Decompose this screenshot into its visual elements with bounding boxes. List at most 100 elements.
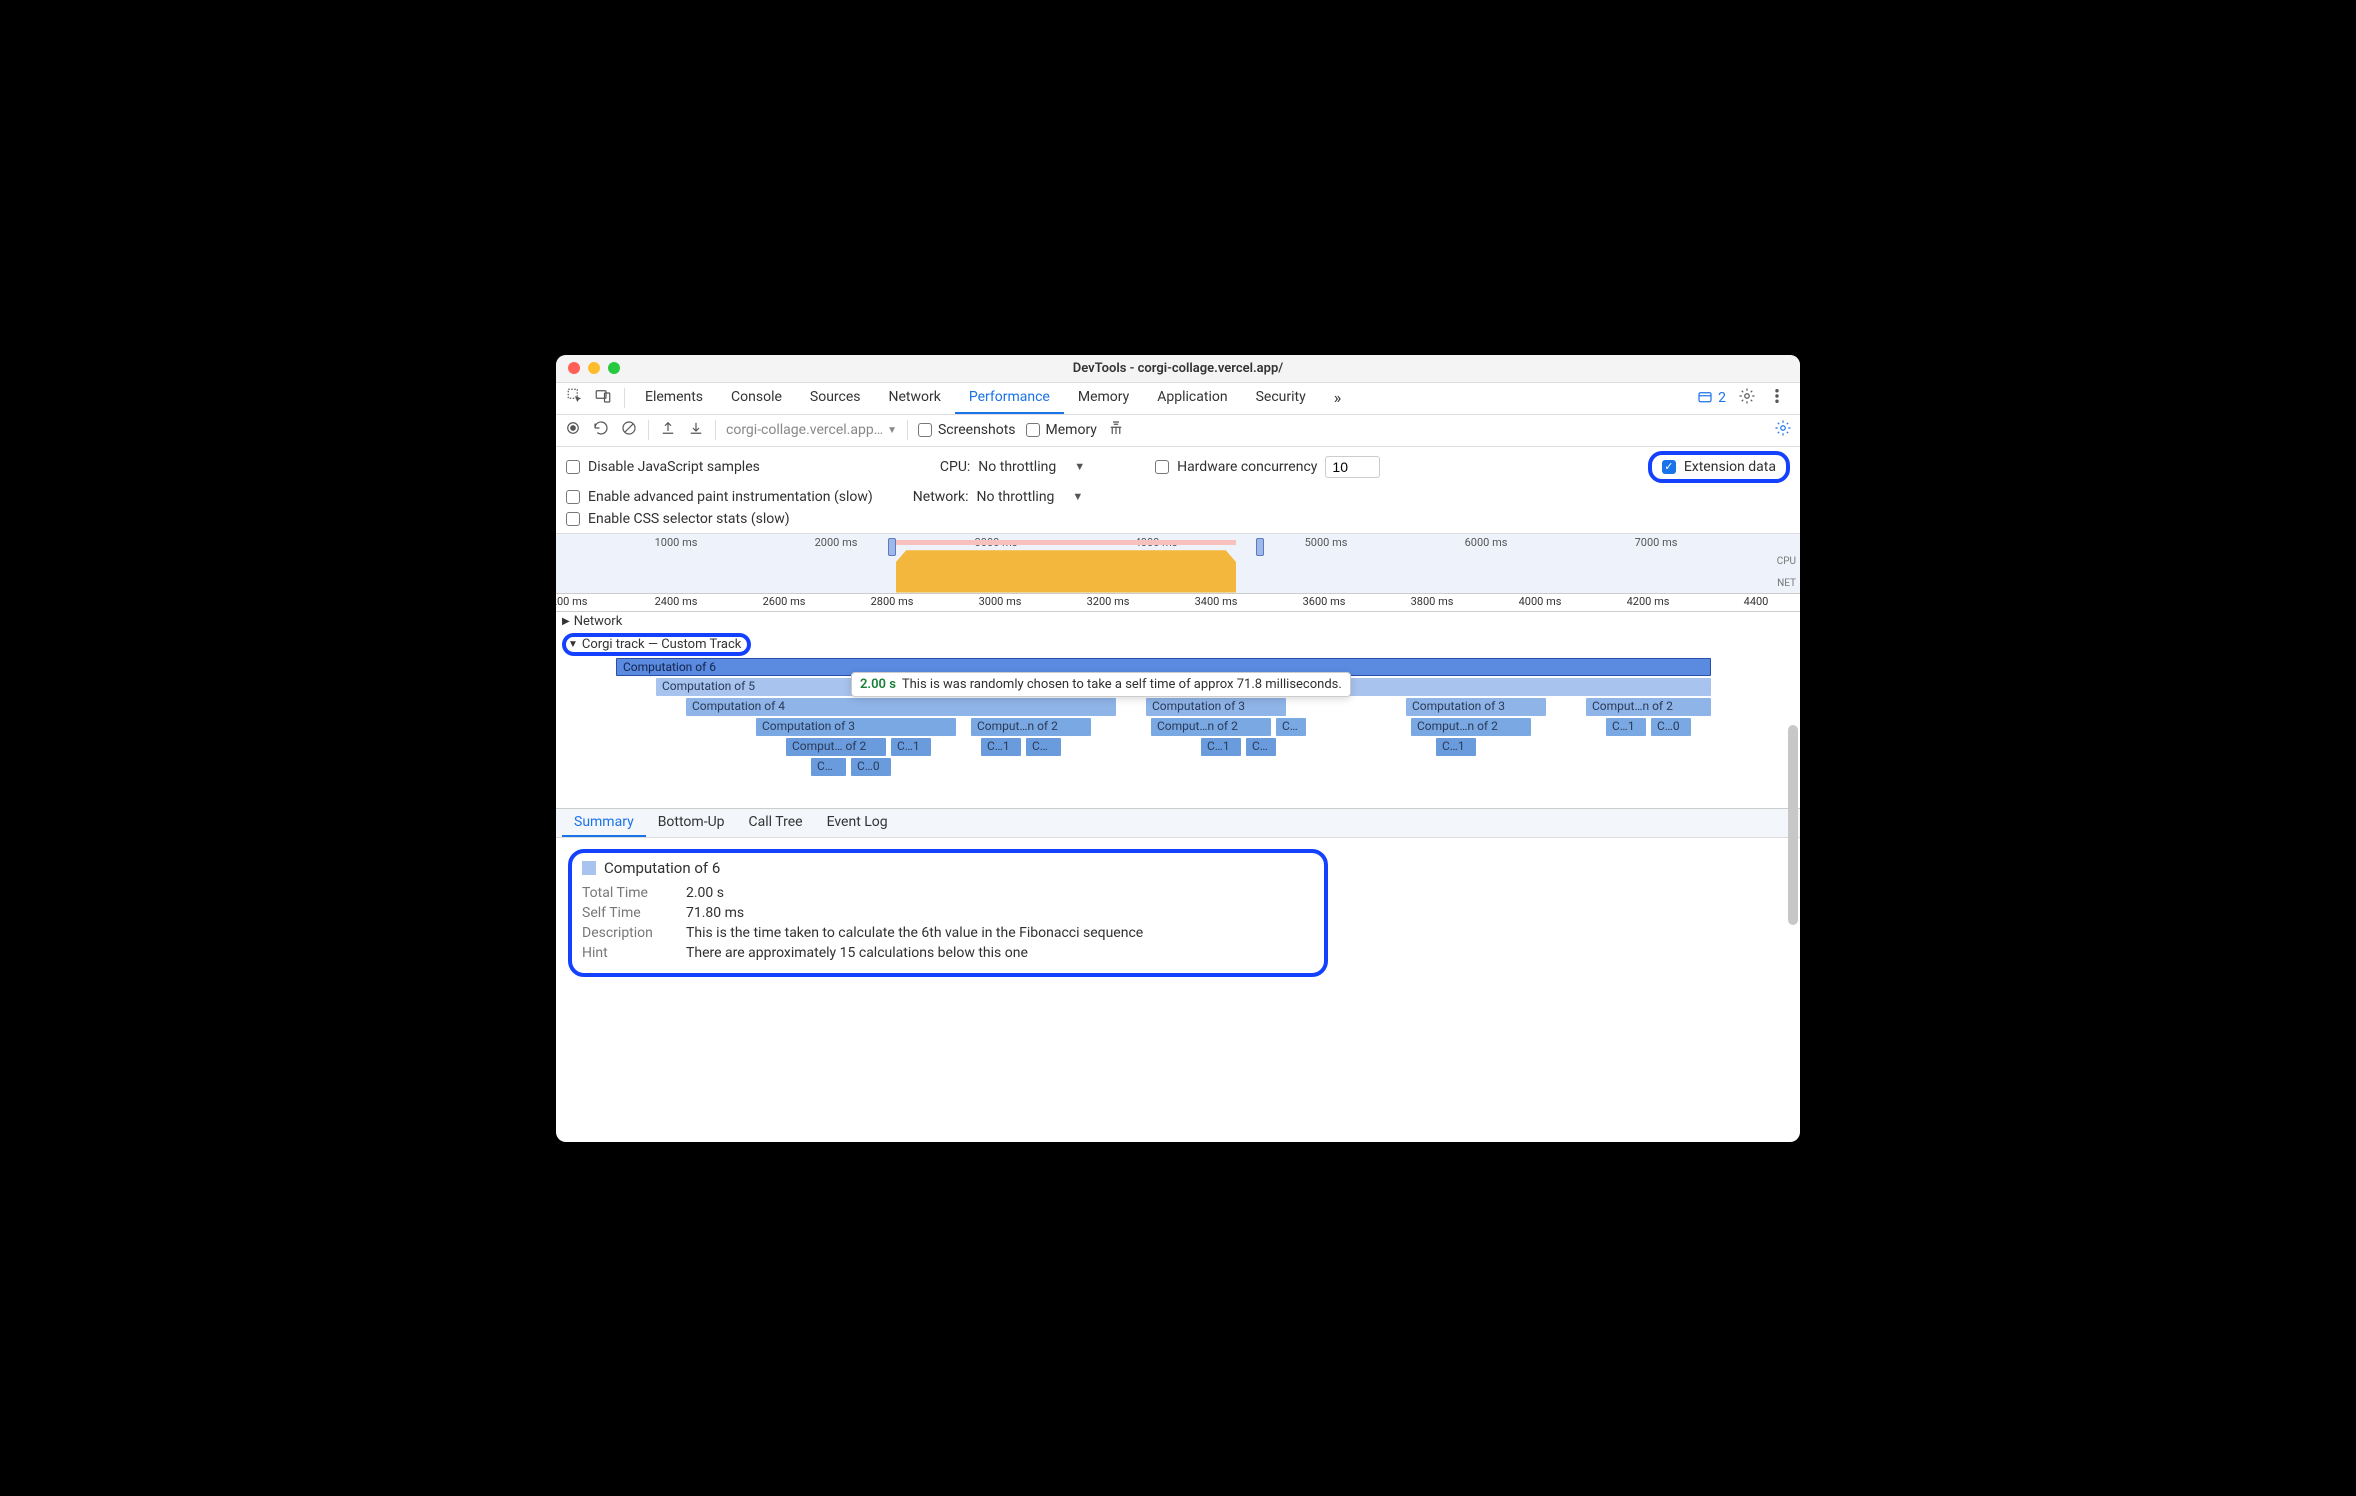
tooltip-duration: 2.00 s (860, 677, 896, 692)
capture-settings-panel: Disable JavaScript samples CPU: No throt… (556, 447, 1800, 534)
summary-hint: There are approximately 15 calculations … (686, 945, 1028, 961)
overview-cpu-activity (896, 546, 1236, 593)
flame-rows: Computation of 6 Computation of 5 Comput… (556, 658, 1800, 808)
track-header-custom[interactable]: ▼Corgi track — Custom Track (556, 631, 1800, 658)
network-throttle-select[interactable]: No throttling▼ (977, 489, 1084, 505)
overview-tick: 7000 ms (1635, 536, 1678, 549)
summary-self-time: 71.80 ms (686, 905, 744, 921)
extension-data-checkbox[interactable] (1662, 460, 1676, 474)
network-throttle-label: Network: (913, 489, 969, 505)
flame-bar[interactable]: Computation of 3 (756, 718, 956, 736)
flame-bar[interactable]: Comput… of 2 (786, 738, 886, 756)
cpu-throttle-select[interactable]: No throttling▼ (978, 459, 1085, 475)
tab-event-log[interactable]: Event Log (815, 809, 900, 837)
flame-chart[interactable]: ▶Network ▼Corgi track — Custom Track Com… (556, 612, 1800, 808)
flame-bar[interactable]: C…1 (891, 738, 931, 756)
tab-bottom-up[interactable]: Bottom-Up (646, 809, 737, 837)
inspect-icon[interactable] (566, 387, 584, 409)
issues-count: 2 (1718, 390, 1726, 406)
disable-js-samples-checkbox[interactable]: Disable JavaScript samples (566, 459, 760, 475)
cpu-throttle-label: CPU: (940, 459, 970, 475)
capture-settings-toggle[interactable] (1774, 419, 1792, 441)
devtools-window: DevTools - corgi-collage.vercel.app/ Ele… (556, 355, 1800, 1142)
overview-range-handle-right[interactable] (1256, 538, 1264, 556)
overview-tick: 6000 ms (1465, 536, 1508, 549)
overview-cpu-label: CPU (1777, 556, 1796, 567)
tab-console[interactable]: Console (717, 383, 796, 414)
flame-bar[interactable]: C…1 (1606, 718, 1646, 736)
overview-long-task-strip (896, 540, 1236, 545)
settings-icon[interactable] (1738, 387, 1756, 409)
css-selector-stats-checkbox[interactable]: Enable CSS selector stats (slow) (566, 511, 790, 527)
issues-button[interactable]: 2 (1696, 389, 1726, 407)
overview-tick: 5000 ms (1305, 536, 1348, 549)
flame-bar[interactable]: C…0 (851, 758, 891, 776)
tab-call-tree[interactable]: Call Tree (737, 809, 815, 837)
flame-bar[interactable]: Comput…n of 2 (1411, 718, 1531, 736)
tab-summary[interactable]: Summary (562, 809, 646, 837)
flame-bar[interactable]: C…1 (1201, 738, 1241, 756)
advanced-paint-checkbox[interactable]: Enable advanced paint instrumentation (s… (566, 489, 873, 505)
flame-bar[interactable]: Comput…n of 2 (1586, 698, 1711, 716)
extension-data-highlight: Extension data (1648, 451, 1790, 483)
flame-bar[interactable]: Computation of 4 (686, 698, 1116, 716)
summary-title-text: Computation of 6 (604, 859, 720, 877)
kebab-menu-icon[interactable] (1768, 387, 1786, 409)
flame-bar[interactable]: C…1 (981, 738, 1021, 756)
recording-selector[interactable]: corgi-collage.vercel.app… ▼ (726, 422, 897, 438)
flame-bar[interactable]: Computation of 3 (1406, 698, 1546, 716)
tab-sources[interactable]: Sources (796, 383, 875, 414)
flame-bar[interactable]: Computation of 3 (1146, 698, 1286, 716)
summary-description: This is the time taken to calculate the … (686, 925, 1143, 941)
download-profile-button[interactable] (687, 419, 705, 441)
screenshots-checkbox[interactable]: Screenshots (918, 422, 1016, 438)
hardware-concurrency-input[interactable] (1325, 456, 1380, 478)
tooltip-text: This is was randomly chosen to take a se… (902, 677, 1342, 692)
tab-memory[interactable]: Memory (1064, 383, 1143, 414)
tab-performance[interactable]: Performance (955, 383, 1064, 414)
flame-bar[interactable]: C…0 (1651, 718, 1691, 736)
flame-tooltip: 2.00 s This is was randomly chosen to ta… (851, 672, 1351, 697)
window-title: DevTools - corgi-collage.vercel.app/ (556, 361, 1800, 376)
overview-tick: 1000 ms (655, 536, 698, 549)
timeline-ruler: 2200 ms 2400 ms 2600 ms 2800 ms 3000 ms … (556, 594, 1800, 612)
device-toggle-icon[interactable] (594, 387, 612, 409)
flame-bar[interactable]: Comput…n of 2 (1151, 718, 1271, 736)
upload-profile-button[interactable] (659, 419, 677, 441)
tab-security[interactable]: Security (1242, 383, 1320, 414)
performance-toolbar: corgi-collage.vercel.app… ▼ Screenshots … (556, 415, 1800, 447)
hardware-concurrency-checkbox[interactable]: Hardware concurrency (1155, 456, 1380, 478)
scrollbar-thumb[interactable] (1788, 725, 1798, 925)
flame-bar[interactable]: C…1 (1436, 738, 1476, 756)
extension-data-label: Extension data (1684, 459, 1776, 475)
flame-bar[interactable]: C… (811, 758, 846, 776)
overview-tick: 2000 ms (815, 536, 858, 549)
overview-range-handle-left[interactable] (888, 538, 896, 556)
flame-bar[interactable]: C… (1276, 718, 1306, 736)
clear-button[interactable] (620, 419, 638, 441)
tab-application[interactable]: Application (1143, 383, 1241, 414)
tab-network[interactable]: Network (875, 383, 955, 414)
summary-color-swatch (582, 861, 596, 875)
track-header-network[interactable]: ▶Network (556, 612, 1800, 631)
flame-bar[interactable]: C… (1026, 738, 1061, 756)
overview-net-label: NET (1777, 578, 1796, 589)
tabs-overflow-button[interactable]: » (1320, 383, 1356, 414)
summary-total-time: 2.00 s (686, 885, 724, 901)
recording-label: corgi-collage.vercel.app… (726, 422, 883, 438)
custom-track-highlight: ▼Corgi track — Custom Track (562, 633, 751, 656)
summary-panel: Computation of 6 Total Time2.00 s Self T… (556, 838, 1800, 987)
main-tab-strip: Elements Console Sources Network Perform… (556, 383, 1800, 415)
reload-record-button[interactable] (592, 419, 610, 441)
details-tab-strip: Summary Bottom-Up Call Tree Event Log (556, 808, 1800, 838)
summary-highlight: Computation of 6 Total Time2.00 s Self T… (568, 849, 1328, 977)
record-button[interactable] (564, 419, 582, 441)
flame-bar[interactable]: Comput…n of 2 (971, 718, 1091, 736)
timeline-overview[interactable]: 1000 ms 2000 ms 3000 ms 4000 ms 5000 ms … (556, 534, 1800, 594)
flame-bar[interactable]: C… (1246, 738, 1276, 756)
memory-checkbox[interactable]: Memory (1026, 422, 1097, 438)
tab-elements[interactable]: Elements (631, 383, 717, 414)
garbage-collect-button[interactable] (1107, 419, 1125, 441)
titlebar: DevTools - corgi-collage.vercel.app/ (556, 355, 1800, 383)
vertical-scrollbar[interactable] (1788, 725, 1798, 1114)
